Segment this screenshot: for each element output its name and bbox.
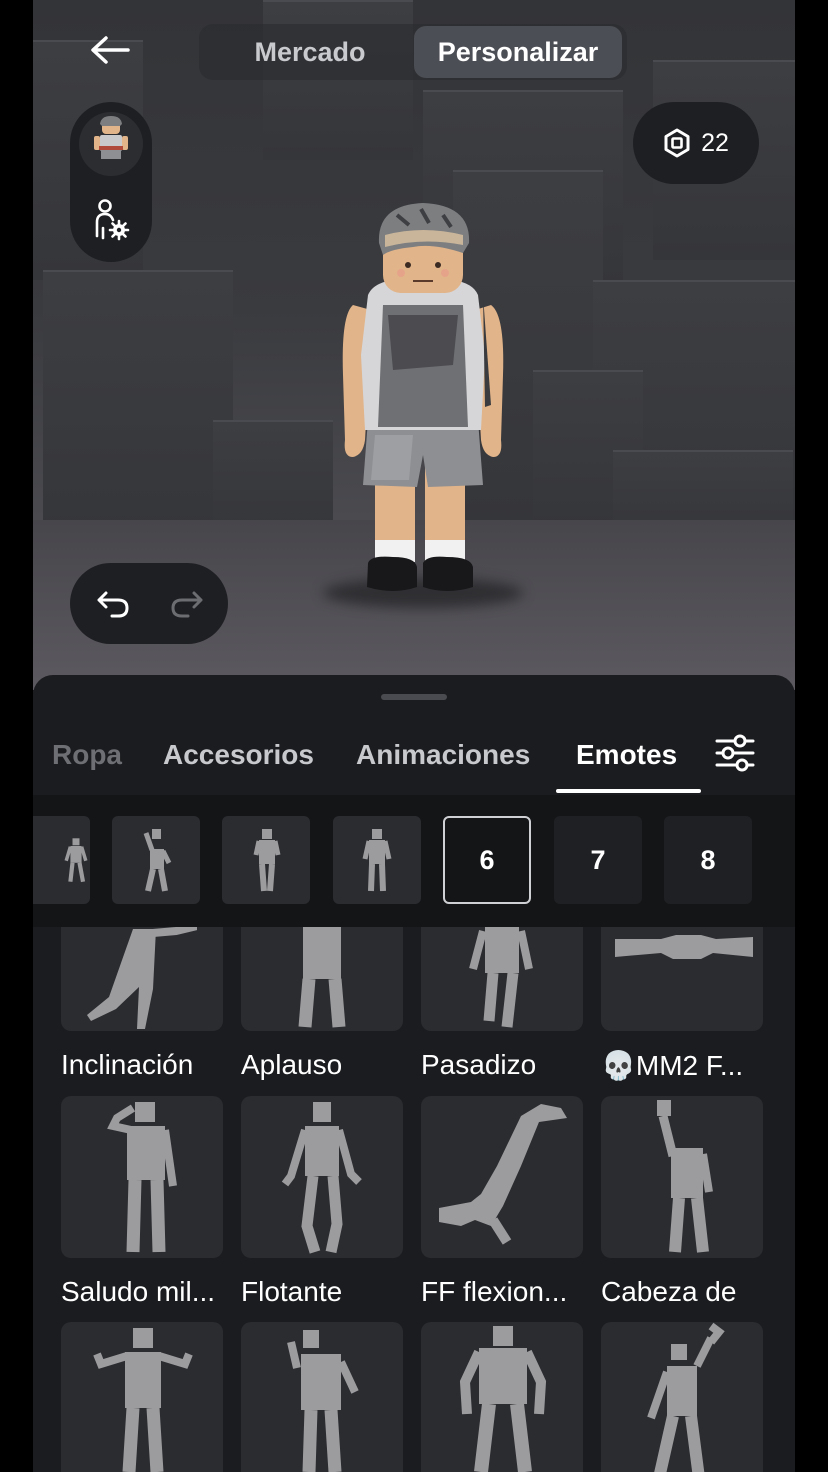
emote-slot-2[interactable] [112, 816, 200, 904]
scenery-block [43, 270, 233, 540]
inventory-sheet: Ropa Accesorios Animaciones Emotes 6 7 8… [33, 675, 795, 1472]
active-tab-indicator [556, 789, 701, 793]
sheet-handle[interactable] [381, 694, 447, 700]
redo-icon [171, 591, 203, 618]
tab-accesorios[interactable]: Accesorios [163, 739, 314, 771]
avatar-settings-button[interactable] [91, 198, 133, 242]
emote-slot-1[interactable] [33, 816, 90, 904]
avatar-thumbnail[interactable] [79, 112, 143, 176]
emote-name: Pasadizo [421, 1049, 537, 1080]
emote-thumbnail [241, 1322, 403, 1472]
emote-name: Inclinación [61, 1049, 194, 1080]
emote-thumbnail [241, 1096, 403, 1258]
redo-button[interactable] [166, 583, 208, 625]
avatar-settings-icon [95, 199, 130, 241]
avatar-editor: Mercado Personalizar 22 Ropa Accesorios … [33, 0, 795, 1472]
history-controls [70, 563, 228, 644]
robux-balance[interactable]: 22 [633, 102, 759, 184]
tab-mercado[interactable]: Mercado [227, 26, 393, 78]
emote-thumbnail [601, 1322, 763, 1472]
mode-switch: Mercado Personalizar [199, 24, 627, 80]
tab-personalizar[interactable]: Personalizar [414, 26, 622, 78]
emote-thumbnail [241, 927, 403, 1031]
emote-grid: Inclinación Aplauso Pasadizo 💀MM2 F... S… [33, 927, 795, 1472]
robux-amount: 22 [701, 128, 729, 157]
emote-name: Aplauso [241, 1049, 343, 1080]
emote-thumbnail [601, 1096, 763, 1258]
emote-slot-8[interactable]: 8 [664, 816, 752, 904]
emote-thumbnail [61, 927, 223, 1031]
emote-slot-6[interactable]: 6 [443, 816, 531, 904]
emote-thumbnail [61, 1096, 223, 1258]
emote-slot-7[interactable]: 7 [554, 816, 642, 904]
avatar-model[interactable] [313, 195, 533, 605]
undo-icon [97, 591, 129, 618]
arrow-left-icon [91, 36, 130, 64]
emote-thumbnail [61, 1322, 223, 1472]
emote-slot-3[interactable] [222, 816, 310, 904]
emote-thumbnail [601, 927, 763, 1031]
emote-slot-4[interactable] [333, 816, 421, 904]
emote-figure-icon [143, 829, 172, 892]
emote-name: 💀MM2 F... [601, 1050, 744, 1081]
emote-figure-icon [362, 829, 392, 892]
emote-thumbnail [421, 1096, 583, 1258]
emote-name: Cabeza de [601, 1276, 737, 1307]
emote-thumbnail [421, 927, 583, 1031]
emote-slots: 6 7 8 [33, 795, 795, 927]
emote-name: FF flexion... [421, 1276, 568, 1307]
filter-button[interactable] [713, 731, 757, 775]
tab-emotes[interactable]: Emotes [576, 739, 677, 771]
category-tabs: Ropa Accesorios Animaciones Emotes [33, 735, 795, 795]
emote-name: Flotante [241, 1276, 343, 1307]
tab-animaciones[interactable]: Animaciones [356, 739, 530, 771]
emote-figure-icon [64, 838, 88, 883]
avatar-side-menu [70, 102, 152, 262]
tab-ropa[interactable]: Ropa [52, 739, 122, 771]
emote-name: Saludo mil... [61, 1276, 216, 1307]
robux-icon [664, 128, 690, 158]
undo-button[interactable] [92, 583, 134, 625]
filter-sliders-icon [715, 734, 755, 772]
emote-thumbnail [421, 1322, 583, 1472]
avatar-viewport[interactable]: Mercado Personalizar 22 [33, 0, 795, 690]
back-button[interactable] [85, 30, 135, 70]
emote-figure-icon [253, 829, 281, 892]
